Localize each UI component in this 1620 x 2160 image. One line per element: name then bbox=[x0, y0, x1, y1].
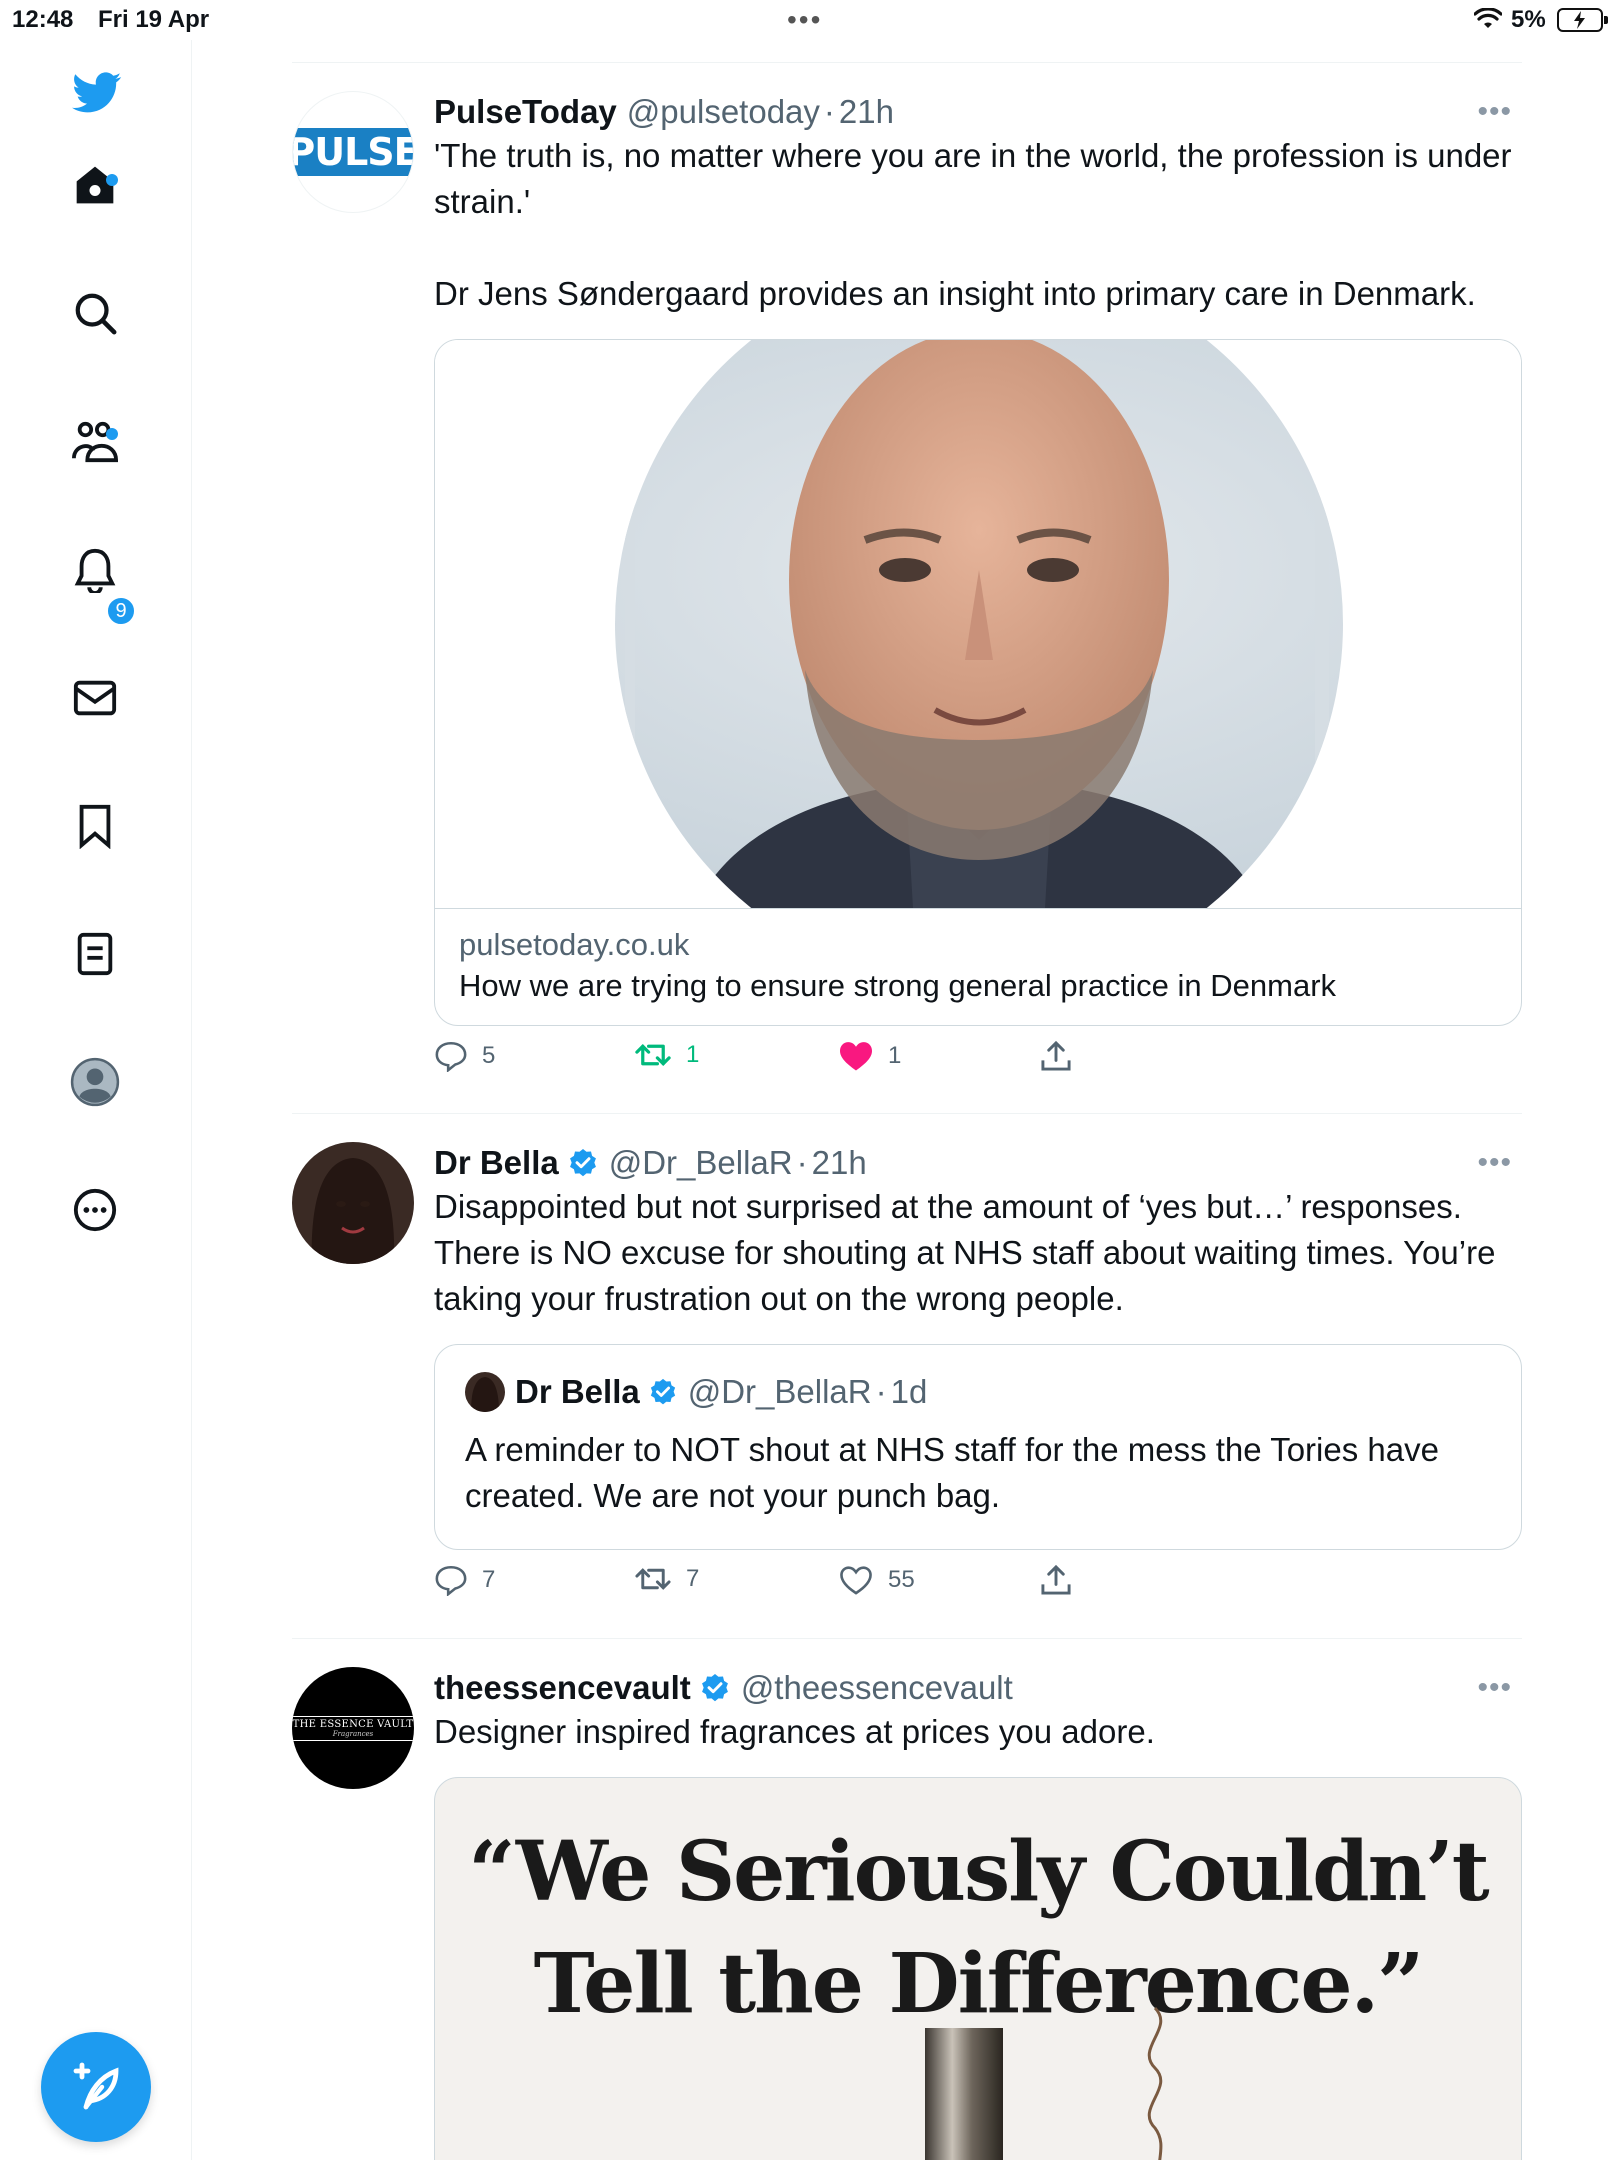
avatar[interactable] bbox=[292, 1142, 414, 1264]
like-count: 1 bbox=[888, 1042, 902, 1069]
retweet-count: 1 bbox=[686, 1041, 700, 1068]
quoted-tweet-text: A reminder to NOT shout at NHS staff for… bbox=[465, 1431, 1449, 1514]
more-options-icon[interactable] bbox=[70, 1185, 120, 1235]
lists-icon[interactable] bbox=[70, 929, 120, 979]
avatar[interactable]: THE ESSENCE VAULT Fragrances bbox=[292, 1667, 414, 1789]
author-name[interactable]: Dr Bella bbox=[434, 1142, 559, 1184]
like-count: 55 bbox=[888, 1566, 915, 1593]
notifications-badge: 9 bbox=[106, 596, 136, 626]
wifi-icon bbox=[1473, 7, 1503, 37]
reply-button[interactable]: 5 bbox=[434, 1040, 495, 1072]
quoted-tweet[interactable]: Dr Bella @Dr_BellaR · 1d A reminder to N… bbox=[434, 1344, 1522, 1550]
tweet-header: theessencevault @theessencevault ••• bbox=[434, 1667, 1522, 1709]
battery-icon bbox=[1557, 8, 1608, 32]
share-icon bbox=[1041, 1564, 1071, 1595]
quoted-tweet-header: Dr Bella @Dr_BellaR · 1d bbox=[465, 1371, 1491, 1413]
avatar[interactable]: PULSE bbox=[292, 91, 414, 213]
messages-envelope-icon[interactable] bbox=[70, 673, 120, 723]
reply-count: 7 bbox=[482, 1566, 496, 1593]
heart-filled-icon bbox=[840, 1042, 872, 1071]
communities-unread-dot bbox=[106, 428, 118, 440]
reply-count: 5 bbox=[482, 1042, 496, 1069]
tweet-actions: 7 7 55 bbox=[434, 1550, 1522, 1620]
tweet-more-icon[interactable]: ••• bbox=[1477, 1667, 1512, 1709]
tweet-header: Dr Bella @Dr_BellaR · 21h ••• bbox=[434, 1142, 1522, 1184]
reply-icon bbox=[435, 1041, 467, 1072]
verified-badge-icon bbox=[648, 1377, 678, 1407]
essence-vault-logo: THE ESSENCE VAULT Fragrances bbox=[292, 1715, 414, 1741]
search-icon[interactable] bbox=[70, 288, 120, 338]
heart-outline-icon bbox=[840, 1566, 872, 1595]
separator-dot: · bbox=[875, 1373, 887, 1410]
quoted-author-name: Dr Bella bbox=[515, 1373, 640, 1410]
tweet-more-icon[interactable]: ••• bbox=[1477, 91, 1512, 133]
reply-icon bbox=[435, 1565, 467, 1596]
share-button[interactable] bbox=[1040, 1564, 1086, 1596]
bookmarks-icon[interactable] bbox=[70, 801, 120, 851]
ad-image[interactable]: “We Seriously Couldn’t Tell the Differen… bbox=[434, 1777, 1522, 2160]
retweet-count: 7 bbox=[686, 1565, 700, 1592]
like-button[interactable]: 55 bbox=[838, 1564, 915, 1596]
portrait-photo bbox=[615, 340, 1343, 908]
retweet-button[interactable]: 7 bbox=[634, 1564, 699, 1594]
author-handle[interactable]: @pulsetoday bbox=[627, 91, 820, 133]
sidebar: 9 bbox=[0, 40, 192, 2160]
pulse-logo-text: PULSE bbox=[292, 130, 414, 174]
compose-tweet-button[interactable] bbox=[41, 2032, 151, 2142]
tweet[interactable]: THE ESSENCE VAULT Fragrances theessencev… bbox=[292, 1639, 1522, 2160]
separator-dot: · bbox=[796, 1144, 808, 1181]
timeline: PULSE PulseToday @pulsetoday · 21h ••• '… bbox=[292, 62, 1522, 2160]
quoted-author-handle: @Dr_BellaR bbox=[687, 1373, 872, 1410]
tweet-text: Disappointed but not surprised at the am… bbox=[434, 1188, 1505, 1317]
communities-icon[interactable] bbox=[70, 416, 120, 466]
tweet-more-icon[interactable]: ••• bbox=[1477, 1142, 1512, 1184]
card-domain: pulsetoday.co.uk bbox=[459, 927, 690, 962]
verified-badge-icon bbox=[699, 1672, 731, 1704]
retweet-icon bbox=[635, 1043, 671, 1067]
tweet-header: PulseToday @pulsetoday · 21h ••• bbox=[434, 91, 1522, 133]
card-title: How we are trying to ensure strong gener… bbox=[459, 968, 1337, 1003]
author-handle[interactable]: @Dr_BellaR bbox=[609, 1142, 793, 1184]
quoted-avatar bbox=[465, 1372, 505, 1412]
tweet[interactable]: Dr Bella @Dr_BellaR · 21h ••• Disappoint… bbox=[292, 1114, 1522, 1639]
share-icon bbox=[1041, 1040, 1071, 1071]
notifications-bell-icon[interactable] bbox=[70, 545, 120, 595]
retweet-button[interactable]: 1 bbox=[634, 1040, 699, 1070]
pulse-logo: PULSE bbox=[292, 128, 414, 176]
tweet-text: Designer inspired fragrances at prices y… bbox=[434, 1713, 1155, 1750]
multitasking-dots-icon[interactable]: ••• bbox=[787, 6, 822, 34]
like-button[interactable]: 1 bbox=[838, 1040, 901, 1072]
home-unread-dot bbox=[106, 174, 118, 186]
article-image bbox=[435, 340, 1521, 908]
twitter-logo-icon[interactable] bbox=[72, 68, 122, 118]
quoted-tweet-time: 1d bbox=[890, 1373, 928, 1410]
profile-avatar-icon[interactable] bbox=[70, 1057, 120, 1107]
tweet-time[interactable]: 21h bbox=[839, 91, 894, 133]
verified-badge-icon bbox=[567, 1147, 599, 1179]
battery-percent: 5% bbox=[1511, 6, 1546, 33]
tweet[interactable]: PULSE PulseToday @pulsetoday · 21h ••• '… bbox=[292, 63, 1522, 1114]
author-name[interactable]: theessencevault bbox=[434, 1667, 691, 1709]
link-card[interactable]: pulsetoday.co.uk How we are trying to en… bbox=[434, 339, 1522, 1026]
avatar-photo bbox=[292, 1142, 414, 1264]
separator-dot: · bbox=[823, 93, 835, 130]
status-date: Fri 19 Apr bbox=[98, 6, 210, 33]
share-button[interactable] bbox=[1040, 1040, 1086, 1072]
reply-button[interactable]: 7 bbox=[434, 1564, 495, 1596]
perfume-bottle-graphic bbox=[925, 2006, 1163, 2160]
author-name[interactable]: PulseToday bbox=[434, 91, 617, 133]
status-bar: 12:48 Fri 19 Apr ••• 5% bbox=[0, 0, 1620, 40]
essence-vault-logo-text: THE ESSENCE VAULT bbox=[292, 1718, 414, 1730]
tweet-text: 'The truth is, no matter where you are i… bbox=[434, 137, 1512, 312]
compose-feather-icon bbox=[73, 2062, 119, 2110]
status-time: 12:48 bbox=[12, 6, 74, 33]
essence-vault-logo-subtext: Fragrances bbox=[332, 1729, 374, 1738]
retweet-icon bbox=[635, 1568, 671, 1590]
tweet-actions: 5 1 1 bbox=[434, 1026, 1522, 1096]
author-handle[interactable]: @theessencevault bbox=[741, 1667, 1013, 1709]
tweet-time[interactable]: 21h bbox=[812, 1142, 867, 1184]
